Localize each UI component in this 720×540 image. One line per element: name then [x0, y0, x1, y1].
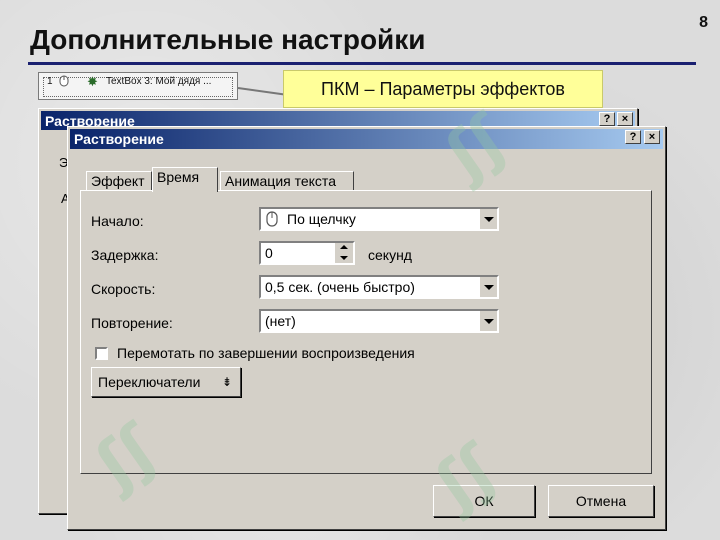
delay-value: 0	[265, 245, 273, 261]
rewind-checkbox[interactable]	[95, 347, 108, 360]
dialog-title: Растворение	[74, 131, 164, 147]
cancel-button[interactable]: Отмена	[548, 485, 654, 517]
speed-value: 0,5 сек. (очень быстро)	[265, 279, 415, 295]
close-button[interactable]: ×	[644, 130, 660, 144]
speed-label: Скорость:	[91, 281, 156, 297]
chevron-down-icon[interactable]	[479, 209, 497, 229]
delay-unit: секунд	[368, 247, 412, 263]
triggers-button[interactable]: Переключатели ⇟	[91, 367, 241, 397]
rewind-label[interactable]: Перемотать по завершении воспроизведения	[117, 345, 415, 361]
start-label: Начало:	[91, 213, 144, 229]
animation-index: 1	[47, 76, 53, 87]
repeat-select[interactable]: (нет)	[259, 309, 499, 333]
spin-up-icon[interactable]	[335, 243, 353, 253]
spin-down-icon[interactable]	[335, 253, 353, 263]
title-divider	[28, 62, 696, 65]
chevron-down-icon[interactable]	[479, 311, 497, 331]
animation-list-item[interactable]: 1 ✸ TextBox 3: Мой дядя ...	[38, 72, 238, 100]
speed-select[interactable]: 0,5 сек. (очень быстро)	[259, 275, 499, 299]
effect-options-dialog: Растворение ? × Эффект Время Анимация те…	[67, 126, 666, 530]
tab-timing[interactable]: Время	[152, 167, 218, 192]
back-close-button[interactable]: ×	[617, 112, 633, 126]
start-select[interactable]: По щелчку	[259, 207, 499, 231]
callout-note: ПКМ – Параметры эффектов	[283, 70, 603, 108]
dialog-titlebar: Растворение	[70, 129, 663, 149]
tab-effect[interactable]: Эффект	[86, 171, 152, 191]
callout-pointer	[237, 87, 284, 96]
delay-stepper[interactable]: 0	[259, 241, 355, 265]
mouse-icon	[266, 211, 278, 227]
effect-star-icon: ✸	[87, 74, 98, 89]
chevron-down-icon[interactable]	[479, 277, 497, 297]
triggers-button-label: Переключатели	[98, 374, 201, 390]
slide-title: Дополнительные настройки	[30, 24, 426, 55]
repeat-value: (нет)	[265, 313, 296, 329]
tab-text-animation[interactable]: Анимация текста	[220, 171, 354, 191]
expand-icon: ⇟	[221, 375, 232, 389]
slide-number: 8	[699, 14, 708, 31]
repeat-label: Повторение:	[91, 315, 173, 331]
delay-label: Задержка:	[91, 247, 159, 263]
animation-item-text: TextBox 3: Мой дядя ...	[106, 76, 212, 87]
help-button[interactable]: ?	[625, 130, 641, 144]
back-help-button[interactable]: ?	[599, 112, 615, 126]
timing-panel: Начало: По щелчку Задержка: 0 секунд Ско…	[80, 190, 652, 474]
start-value: По щелчку	[287, 211, 356, 227]
mouse-icon	[59, 75, 69, 87]
ok-button[interactable]: ОК	[433, 485, 535, 517]
